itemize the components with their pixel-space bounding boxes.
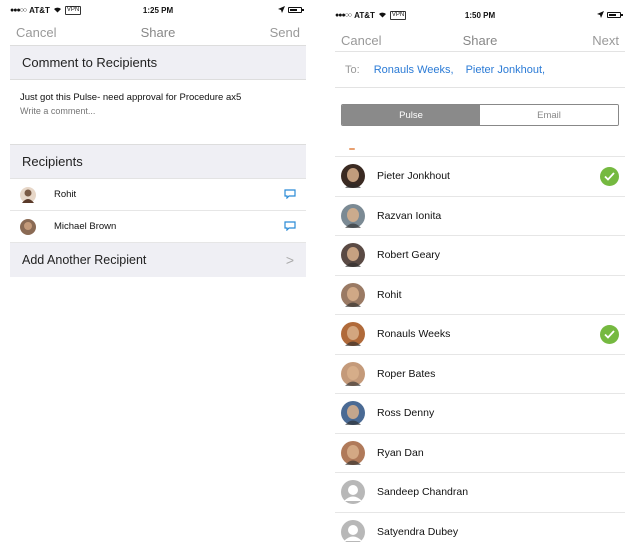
avatar [341, 440, 365, 465]
avatar [341, 164, 365, 189]
add-recipient-label: Add Another Recipient [22, 253, 147, 267]
location-arrow-icon [278, 5, 285, 15]
share-select-recipients-screen: ●●●○○ AT&T VPN 1:50 PM Cancel Share Next… [335, 0, 625, 542]
nav-bar: Cancel Share Send [10, 20, 306, 46]
contact-row[interactable]: Roper Bates [335, 355, 625, 394]
contact-name: Ronauls Weeks [377, 328, 451, 341]
contact-row[interactable]: Ronauls Weeks [335, 315, 625, 355]
segmented-control: Pulse Email [341, 104, 619, 126]
to-label: To: [345, 63, 360, 76]
location-arrow-icon [597, 10, 604, 20]
comment-section-header: Comment to Recipients [10, 46, 306, 80]
comment-area[interactable]: Just got this Pulse- need approval for P… [10, 80, 306, 145]
contact-name: Ryan Dan [377, 446, 424, 459]
avatar [341, 401, 365, 426]
status-time: 1:50 PM [464, 10, 496, 20]
cancel-button[interactable]: Cancel [341, 33, 381, 48]
chevron-right-icon: > [285, 252, 294, 268]
to-recipient-token[interactable]: Pieter Jonkhout, [466, 64, 546, 76]
contact-row[interactable]: Razvan Ionita [335, 197, 625, 236]
nav-bar: Cancel Share Next [335, 30, 625, 52]
chat-icon[interactable] [284, 189, 296, 200]
contact-name: Robert Geary [377, 249, 441, 262]
contact-list: Pieter Jonkhout Razvan Ionita Robert Geary… [335, 143, 625, 542]
contact-name: Satyendra Dubey [377, 525, 459, 538]
recipient-row[interactable]: Rohit [10, 179, 306, 211]
avatar [341, 243, 365, 268]
contact-row[interactable]: Sandeep Chandran [335, 473, 625, 513]
checkmark-icon [600, 325, 619, 344]
share-comment-screen: ●●●○○ AT&T VPN 1:25 PM Cancel Share Send… [10, 0, 306, 542]
status-time: 1:25 PM [142, 5, 174, 15]
tab-email[interactable]: Email [480, 105, 618, 125]
contact-row[interactable]: Ross Denny [335, 394, 625, 434]
recipient-row[interactable]: Michael Brown [10, 211, 306, 243]
recipient-name: Michael Brown [54, 221, 117, 232]
cancel-button[interactable]: Cancel [16, 25, 56, 40]
avatar [341, 203, 365, 228]
share-method-control: Pulse Email [335, 88, 625, 143]
add-recipient-button[interactable]: Add Another Recipient > [10, 243, 306, 277]
status-bar: ●●●○○ AT&T VPN 1:50 PM [335, 0, 625, 30]
contact-row[interactable]: Ryan Dan [335, 434, 625, 473]
contact-name: Roper Bates [377, 367, 436, 380]
comment-input[interactable] [20, 106, 296, 116]
contact-name: Sandeep Chandran [377, 486, 469, 499]
avatar [341, 480, 365, 505]
contact-row[interactable]: Robert Geary [335, 236, 625, 276]
avatar [341, 322, 365, 347]
checkmark-icon [600, 167, 619, 186]
battery-icon [288, 7, 304, 13]
to-recipient-token[interactable]: Ronauls Weeks, [374, 64, 454, 76]
send-button[interactable]: Send [270, 25, 300, 40]
avatar [341, 519, 365, 542]
avatar [20, 186, 36, 203]
avatar [20, 218, 36, 235]
list-item [335, 143, 625, 157]
battery-icon [607, 12, 623, 18]
recipients-header: Recipients [10, 145, 306, 179]
next-button[interactable]: Next [592, 33, 619, 48]
contact-name: Ross Denny [377, 407, 435, 420]
contact-row[interactable]: Rohit [335, 276, 625, 315]
status-bar: ●●●○○ AT&T VPN 1:25 PM [10, 0, 306, 20]
comment-text: Just got this Pulse- need approval for P… [20, 92, 242, 103]
contact-name: Pieter Jonkhout [377, 170, 450, 183]
avatar [341, 282, 365, 307]
to-field[interactable]: To: Ronauls Weeks, Pieter Jonkhout, [335, 52, 625, 88]
contact-row[interactable]: Pieter Jonkhout [335, 157, 625, 197]
tab-pulse[interactable]: Pulse [342, 105, 480, 125]
contact-row[interactable]: Satyendra Dubey [335, 513, 625, 542]
chat-icon[interactable] [284, 221, 296, 232]
recipient-name: Rohit [54, 189, 77, 200]
contact-name: Rohit [377, 288, 402, 301]
avatar [341, 361, 365, 386]
contact-name: Razvan Ionita [377, 209, 442, 222]
